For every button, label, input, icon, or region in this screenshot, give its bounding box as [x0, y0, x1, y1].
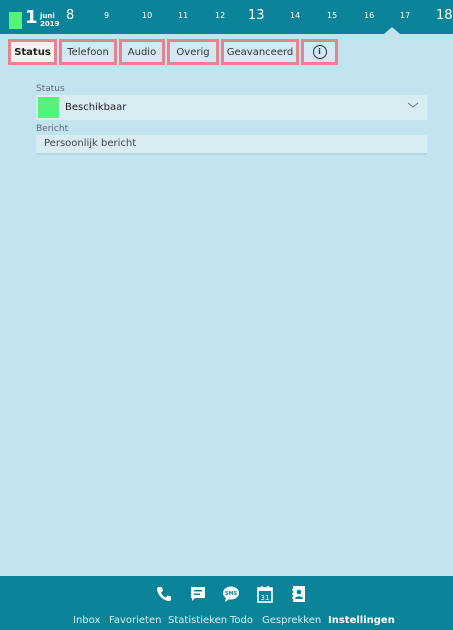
timeline-day[interactable]: 9: [104, 11, 109, 20]
timeline-day[interactable]: 16: [364, 11, 374, 20]
current-day[interactable]: 1: [25, 7, 38, 28]
timeline-day[interactable]: 14: [290, 11, 300, 20]
timeline-day[interactable]: 13: [248, 8, 265, 23]
tab-label: Audio: [127, 46, 157, 58]
tab-geavanceerd[interactable]: Geavanceerd: [221, 39, 299, 65]
timeline-day[interactable]: 11: [178, 11, 188, 20]
tab-label: Status: [14, 46, 51, 58]
calendar-icon[interactable]: 31: [256, 585, 274, 607]
status-indicator: [9, 12, 22, 29]
phone-icon[interactable]: [155, 585, 173, 607]
chevron-down-icon: [407, 99, 419, 114]
message-icon[interactable]: [189, 585, 207, 607]
nav-todo[interactable]: Todo: [230, 615, 253, 626]
status-dropdown[interactable]: Beschikbaar: [36, 95, 427, 120]
month-label: juni: [40, 12, 55, 20]
settings-tabs: Status Telefoon Audio Overig Geavanceerd…: [0, 34, 453, 70]
nav-statistieken[interactable]: Statistieken: [168, 615, 227, 626]
nav-inbox[interactable]: Inbox: [73, 615, 100, 626]
contacts-icon[interactable]: [290, 585, 308, 607]
month-year: juni 2019: [40, 12, 59, 28]
year-label: 2019: [40, 20, 60, 28]
tab-overig[interactable]: Overig: [167, 39, 219, 65]
tab-label: Geavanceerd: [226, 46, 294, 58]
tab-telefoon[interactable]: Telefoon: [59, 39, 117, 65]
date-timeline: 1 juni 2019 8 9 10 11 12 13 14 15 16 17 …: [0, 0, 453, 34]
sms-icon[interactable]: SMS: [222, 585, 240, 607]
calendar-day-label: 31: [261, 594, 270, 602]
tab-info[interactable]: i: [301, 39, 338, 65]
status-color-swatch: [38, 97, 59, 118]
nav-instellingen[interactable]: Instellingen: [328, 615, 395, 626]
timeline-day[interactable]: 10: [142, 11, 152, 20]
nav-gesprekken[interactable]: Gesprekken: [262, 615, 321, 626]
bottom-icon-row: SMS 31: [0, 576, 453, 612]
bottom-nav: Inbox Favorieten Statistieken Todo Gespr…: [0, 613, 453, 630]
timeline-day[interactable]: 15: [327, 11, 337, 20]
timeline-day[interactable]: 12: [215, 11, 225, 20]
message-placeholder: Persoonlijk bericht: [44, 138, 137, 149]
timeline-caret: [384, 27, 400, 34]
info-icon: i: [312, 45, 327, 59]
bottom-bar: SMS 31 Inbox Favorieten Statistieken Tod…: [0, 576, 453, 630]
status-value: Beschikbaar: [65, 102, 127, 113]
message-label: Bericht: [36, 124, 69, 134]
tab-label: Overig: [176, 46, 210, 58]
nav-favorieten[interactable]: Favorieten: [109, 615, 161, 626]
tab-status[interactable]: Status: [8, 39, 57, 65]
timeline-day[interactable]: 17: [400, 11, 410, 20]
timeline-day[interactable]: 8: [66, 8, 74, 23]
tab-label: Telefoon: [67, 46, 109, 58]
personal-message-input[interactable]: Persoonlijk bericht: [36, 135, 427, 155]
sms-label: SMS: [225, 591, 238, 597]
status-label: Status: [36, 84, 65, 94]
tab-audio[interactable]: Audio: [119, 39, 165, 65]
timeline-day[interactable]: 18: [436, 8, 453, 23]
